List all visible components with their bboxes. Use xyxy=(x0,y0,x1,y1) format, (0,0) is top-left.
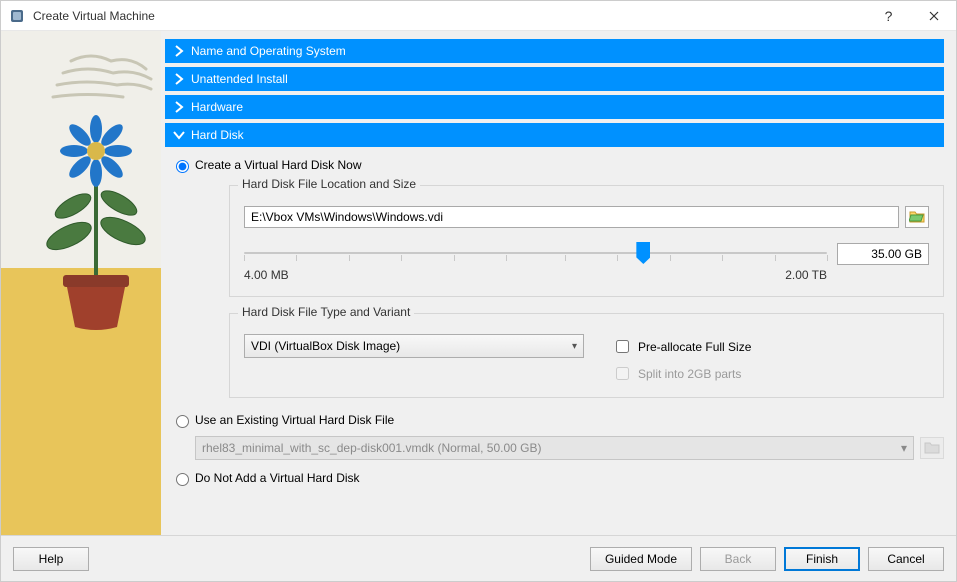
slider-min-label: 4.00 MB xyxy=(244,268,289,282)
existing-disk-dropdown: rhel83_minimal_with_sc_dep-disk001.vmdk … xyxy=(195,436,914,460)
group-type-variant: Hard Disk File Type and Variant VDI (Vir… xyxy=(229,313,944,398)
sidebar-illustration xyxy=(1,31,161,535)
finish-button[interactable]: Finish xyxy=(784,547,860,571)
section-hard-disk[interactable]: Hard Disk xyxy=(165,123,944,147)
section-label: Hardware xyxy=(191,100,243,114)
checkbox-preallocate[interactable]: Pre-allocate Full Size xyxy=(612,337,751,356)
browse-existing-button xyxy=(920,437,944,459)
radio-no-disk[interactable]: Do Not Add a Virtual Hard Disk xyxy=(171,470,944,486)
disk-path-input[interactable] xyxy=(244,206,899,228)
slider-max-label: 2.00 TB xyxy=(785,268,827,282)
dropdown-value: rhel83_minimal_with_sc_dep-disk001.vmdk … xyxy=(202,441,541,455)
chevron-down-icon: ▾ xyxy=(572,341,577,352)
radio-label: Do Not Add a Virtual Hard Disk xyxy=(195,471,360,485)
radio-label: Create a Virtual Hard Disk Now xyxy=(195,158,362,172)
help-button[interactable]: Help xyxy=(13,547,89,571)
chevron-down-icon: ▾ xyxy=(901,441,907,455)
section-label: Unattended Install xyxy=(191,72,288,86)
cancel-button[interactable]: Cancel xyxy=(868,547,944,571)
disk-type-dropdown[interactable]: VDI (VirtualBox Disk Image) ▾ xyxy=(244,334,584,358)
app-icon xyxy=(9,8,25,24)
checkbox-split-2gb: Split into 2GB parts xyxy=(612,364,751,383)
section-label: Name and Operating System xyxy=(191,44,346,58)
chevron-right-icon xyxy=(173,45,185,57)
browse-folder-button[interactable] xyxy=(905,206,929,228)
section-label: Hard Disk xyxy=(191,128,244,142)
back-button: Back xyxy=(700,547,776,571)
disk-size-slider[interactable] xyxy=(244,242,827,266)
dropdown-value: VDI (VirtualBox Disk Image) xyxy=(251,339,400,353)
disk-size-display[interactable] xyxy=(837,243,929,265)
dialog-body: Name and Operating System Unattended Ins… xyxy=(1,31,956,535)
group-legend: Hard Disk File Type and Variant xyxy=(238,305,414,319)
section-unattended-install[interactable]: Unattended Install xyxy=(165,67,944,91)
close-button[interactable] xyxy=(911,1,956,31)
dialog-footer: Help Guided Mode Back Finish Cancel xyxy=(1,535,956,581)
content-area: Name and Operating System Unattended Ins… xyxy=(161,31,956,535)
window-title: Create Virtual Machine xyxy=(33,9,155,23)
slider-thumb[interactable] xyxy=(636,242,650,264)
group-location-size: Hard Disk File Location and Size xyxy=(229,185,944,297)
chevron-right-icon xyxy=(173,101,185,113)
checkbox-label: Pre-allocate Full Size xyxy=(638,340,751,354)
section-name-and-os[interactable]: Name and Operating System xyxy=(165,39,944,63)
radio-create-disk-now[interactable]: Create a Virtual Hard Disk Now xyxy=(171,157,944,173)
section-hardware[interactable]: Hardware xyxy=(165,95,944,119)
radio-label: Use an Existing Virtual Hard Disk File xyxy=(195,413,394,427)
checkbox-label: Split into 2GB parts xyxy=(638,367,741,381)
chevron-down-icon xyxy=(173,129,185,141)
help-titlebar-button[interactable]: ? xyxy=(866,1,911,31)
chevron-right-icon xyxy=(173,73,185,85)
titlebar: Create Virtual Machine ? xyxy=(1,1,956,31)
folder-icon xyxy=(909,209,925,226)
radio-use-existing-disk[interactable]: Use an Existing Virtual Hard Disk File xyxy=(171,412,944,428)
folder-icon xyxy=(924,440,940,457)
group-legend: Hard Disk File Location and Size xyxy=(238,177,420,191)
guided-mode-button[interactable]: Guided Mode xyxy=(590,547,692,571)
